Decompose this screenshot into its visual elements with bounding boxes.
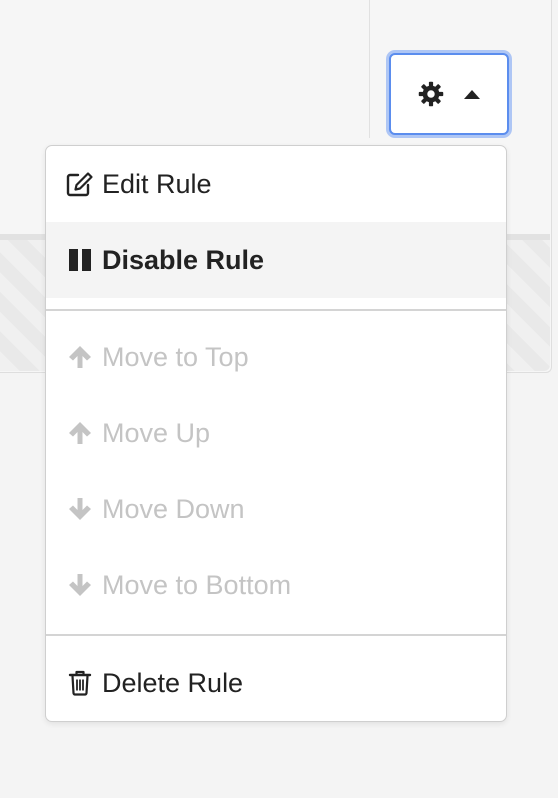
edit-rule-item[interactable]: Edit Rule (46, 146, 506, 222)
arrow-down-icon (66, 495, 94, 523)
arrow-down-icon (66, 571, 94, 599)
caret-up-icon (463, 88, 481, 100)
move-to-top-label: Move to Top (102, 341, 249, 372)
arrow-up-icon (66, 343, 94, 371)
rule-actions-menu: Edit Rule Disable Rule Move to Top Move … (45, 145, 507, 722)
move-up-item[interactable]: Move Up (46, 395, 506, 471)
disable-rule-label: Disable Rule (102, 244, 265, 275)
menu-divider (46, 309, 506, 311)
move-down-label: Move Down (102, 493, 245, 524)
disable-rule-item[interactable]: Disable Rule (46, 222, 506, 298)
delete-rule-item[interactable]: Delete Rule (46, 645, 506, 721)
gear-icon (417, 80, 445, 108)
pause-icon (66, 246, 94, 274)
delete-rule-label: Delete Rule (102, 667, 244, 698)
trash-icon (66, 669, 94, 697)
edit-rule-label: Edit Rule (102, 168, 212, 199)
move-up-label: Move Up (102, 417, 211, 448)
move-to-bottom-item[interactable]: Move to Bottom (46, 547, 506, 623)
edit-icon (66, 170, 94, 198)
move-down-item[interactable]: Move Down (46, 471, 506, 547)
page: Edit Rule Disable Rule Move to Top Move … (0, 0, 558, 798)
panel-divider (369, 0, 370, 138)
move-to-top-item[interactable]: Move to Top (46, 319, 506, 395)
move-to-bottom-label: Move to Bottom (102, 569, 292, 600)
menu-divider (46, 634, 506, 636)
arrow-up-icon (66, 419, 94, 447)
rule-actions-toggle[interactable] (389, 53, 509, 135)
